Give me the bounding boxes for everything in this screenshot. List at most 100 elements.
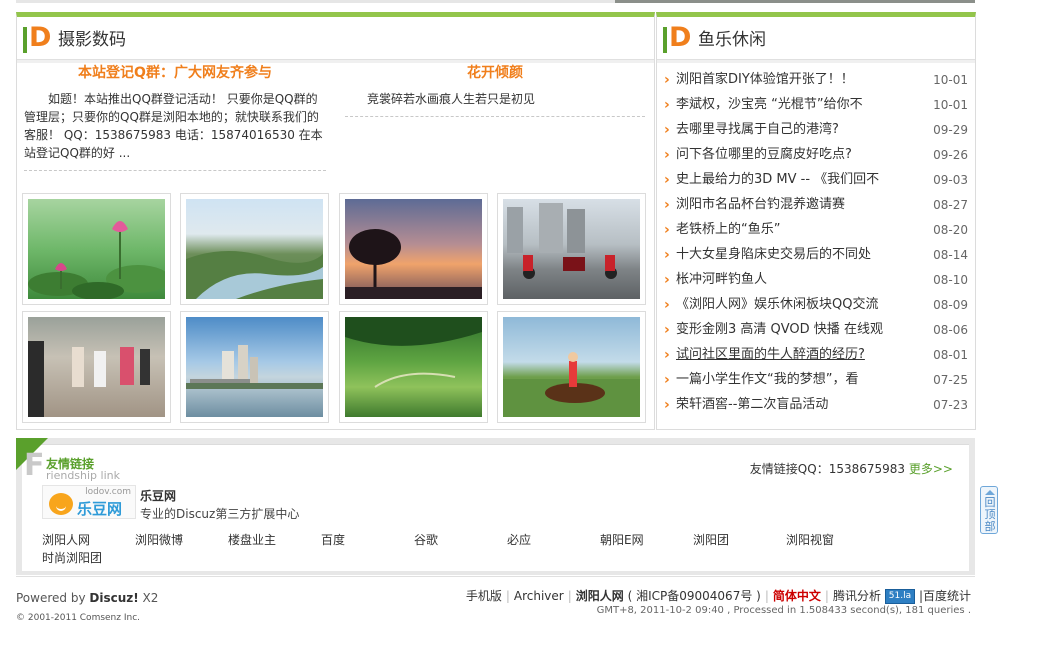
list-item-date: 07-25 [933, 373, 968, 387]
logo-domain: lodov.com [85, 487, 131, 497]
notice-right-body: 竞裳碎若水画痕人生若只是初见 [367, 92, 536, 106]
list-item-date: 10-01 [933, 73, 968, 87]
friend-links-panel: F 友情链接 riendship link 友情链接QQ：1538675983 … [16, 438, 975, 575]
simplified-chinese-link[interactable]: 简体中文 [773, 589, 821, 603]
list-item-title[interactable]: 老铁桥上的“鱼乐” [676, 219, 780, 241]
street-graphic [507, 203, 617, 279]
thumb-city-river[interactable] [180, 311, 329, 423]
arrow-right-icon: › [664, 197, 670, 213]
thumb-horse-rider[interactable] [497, 311, 646, 423]
powered-version: X2 [138, 591, 159, 605]
list-item-title[interactable]: 变形金刚3 高清 QVOD 快播 在线观 [676, 319, 883, 341]
site-name-link[interactable]: 浏阳人网 [576, 589, 624, 603]
list-item-date: 09-29 [933, 123, 968, 137]
baidu-stats-link[interactable]: |百度统计 [919, 589, 971, 603]
list-item-date: 08-01 [933, 348, 968, 362]
list-item[interactable]: › 荣轩酒窖--第二次盲品活动 07-23 [664, 394, 972, 419]
friend-link[interactable]: 时尚浏阳团 [42, 549, 135, 567]
list-item[interactable]: › 浏阳市名品杯台钓混养邀请赛 08-27 [664, 194, 972, 219]
friend-link[interactable]: 必应 [507, 531, 600, 549]
notice-right-title[interactable]: 花开倾颜 [345, 62, 645, 84]
icp-link[interactable]: 湘ICP备09004067号 [636, 589, 752, 603]
friend-link[interactable]: 浏阳微博 [135, 531, 228, 549]
list-item-title[interactable]: 史上最给力的3D MV -- 《我们回不 [676, 169, 879, 191]
list-item-title[interactable]: 试问社区里面的牛人醉酒的经历? [676, 344, 865, 366]
back-to-top-label: 回顶部 [984, 496, 996, 533]
thumb-girls-walking[interactable] [22, 311, 171, 423]
photo-section-title[interactable]: 摄影数码 [58, 29, 126, 51]
leisure-section-title[interactable]: 鱼乐休闲 [698, 29, 766, 51]
arrow-right-icon: › [664, 147, 670, 163]
more-link[interactable]: 更多>> [909, 462, 953, 476]
list-item-date: 09-03 [933, 173, 968, 187]
list-item-title[interactable]: 《浏阳人网》娱乐休闲板块QQ交流 [676, 294, 878, 316]
list-item[interactable]: › 变形金刚3 高清 QVOD 快播 在线观 08-06 [664, 319, 972, 344]
list-item-date: 08-27 [933, 198, 968, 212]
list-item[interactable]: › 史上最给力的3D MV -- 《我们回不 09-03 [664, 169, 972, 194]
friend-link[interactable]: 谷歌 [414, 531, 507, 549]
horse-rider-image [503, 317, 640, 417]
list-item[interactable]: › 浏阳首家DIY体验馆开张了！！ 10-01 [664, 69, 972, 94]
list-item-title[interactable]: 李斌权，沙宝亮 “光棍节”给你不 [676, 94, 863, 116]
copyright: © 2001-2011 Comsenz Inc. [16, 613, 141, 623]
photo-panel-header: D 摄影数码 [17, 17, 654, 60]
list-item-title[interactable]: 一篇小学生作文“我的梦想”，看 [676, 369, 858, 391]
arrow-right-icon: › [664, 247, 670, 263]
friend-link[interactable]: 浏阳团 [693, 531, 786, 549]
list-item[interactable]: › 试问社区里面的牛人醉酒的经历? 08-01 [664, 344, 972, 369]
ledou-logo[interactable]: lodov.com 乐豆网 [42, 485, 136, 519]
notice-right: 花开倾颜 竞裳碎若水画痕人生若只是初见 [345, 62, 645, 117]
friend-links-subtitle: riendship link [46, 469, 120, 482]
friend-link[interactable]: 浏阳视窗 [786, 531, 879, 549]
list-item-title[interactable]: 问下各位哪里的豆腐皮好吃点? [676, 144, 852, 166]
thumb-lotus-pond[interactable] [22, 193, 171, 305]
list-item-title[interactable]: 枨冲河畔钓鱼人 [676, 269, 767, 291]
footer-divider [16, 576, 975, 577]
list-item[interactable]: › 十大女星身陷床史交易后的不同处 08-14 [664, 244, 972, 269]
friend-link[interactable]: 百度 [321, 531, 414, 549]
thumb-river-landscape[interactable] [180, 193, 329, 305]
archiver-link[interactable]: Archiver [514, 589, 564, 603]
featured-link-title[interactable]: 乐豆网 [140, 487, 176, 504]
mobile-link[interactable]: 手机版 [466, 589, 502, 603]
tencent-analytics-link[interactable]: 腾讯分析 [833, 589, 881, 603]
top-strip-dark [615, 0, 975, 3]
list-item-title[interactable]: 去哪里寻找属于自己的港湾? [676, 119, 839, 141]
top-strip [16, 0, 975, 6]
girls-walking-image [28, 317, 165, 417]
list-item-title[interactable]: 十大女星身陷床史交易后的不同处 [676, 244, 871, 266]
girls-graphic [28, 341, 150, 417]
friend-link[interactable]: 浏阳人网 [42, 531, 135, 549]
thumb-green-valley[interactable] [339, 311, 488, 423]
notice-left-body: 如题！本站推出QQ群登记活动！ 只要你是QQ群的管理层；只要你的QQ群是浏阳本地… [24, 92, 323, 160]
sunset-tree-image [345, 199, 482, 299]
rider-graphic [503, 352, 640, 417]
friend-link[interactable]: 朝阳E网 [600, 531, 693, 549]
arrow-up-icon [985, 490, 995, 495]
list-item[interactable]: › 一篇小学生作文“我的梦想”，看 07-25 [664, 369, 972, 394]
list-item[interactable]: › 枨冲河畔钓鱼人 08-10 [664, 269, 972, 294]
list-item[interactable]: › 问下各位哪里的豆腐皮好吃点? 09-26 [664, 144, 972, 169]
powered-prefix: Powered by [16, 591, 90, 605]
stats-badge[interactable]: 51.la [884, 589, 916, 604]
list-item-title[interactable]: 荣轩酒窖--第二次盲品活动 [676, 394, 828, 416]
list-item[interactable]: › 李斌权，沙宝亮 “光棍节”给你不 10-01 [664, 94, 972, 119]
friend-link[interactable]: 楼盘业主 [228, 531, 321, 549]
friend-links-inner: F 友情链接 riendship link 友情链接QQ：1538675983 … [16, 438, 969, 571]
back-to-top-button[interactable]: 回顶部 [980, 486, 998, 534]
list-item-date: 10-01 [933, 98, 968, 112]
river-landscape-image [186, 199, 323, 299]
list-item[interactable]: › 去哪里寻找属于自己的港湾? 09-29 [664, 119, 972, 144]
powered-brand[interactable]: Discuz! [89, 591, 138, 605]
powered-by: Powered by Discuz! X2 [16, 591, 158, 605]
list-item[interactable]: › 老铁桥上的“鱼乐” 08-20 [664, 219, 972, 244]
list-item[interactable]: › 《浏阳人网》娱乐休闲板块QQ交流 08-09 [664, 294, 972, 319]
arrow-right-icon: › [664, 297, 670, 313]
notice-left-title[interactable]: 本站登记Q群：广大网友齐参与 [24, 62, 326, 84]
thumb-sunset-tree[interactable] [339, 193, 488, 305]
arrow-right-icon: › [664, 122, 670, 138]
tree-graphic [345, 229, 482, 299]
list-item-title[interactable]: 浏阳首家DIY体验馆开张了！！ [676, 69, 854, 91]
thumb-street-motorcycles[interactable] [497, 193, 646, 305]
list-item-title[interactable]: 浏阳市名品杯台钓混养邀请赛 [676, 194, 845, 216]
